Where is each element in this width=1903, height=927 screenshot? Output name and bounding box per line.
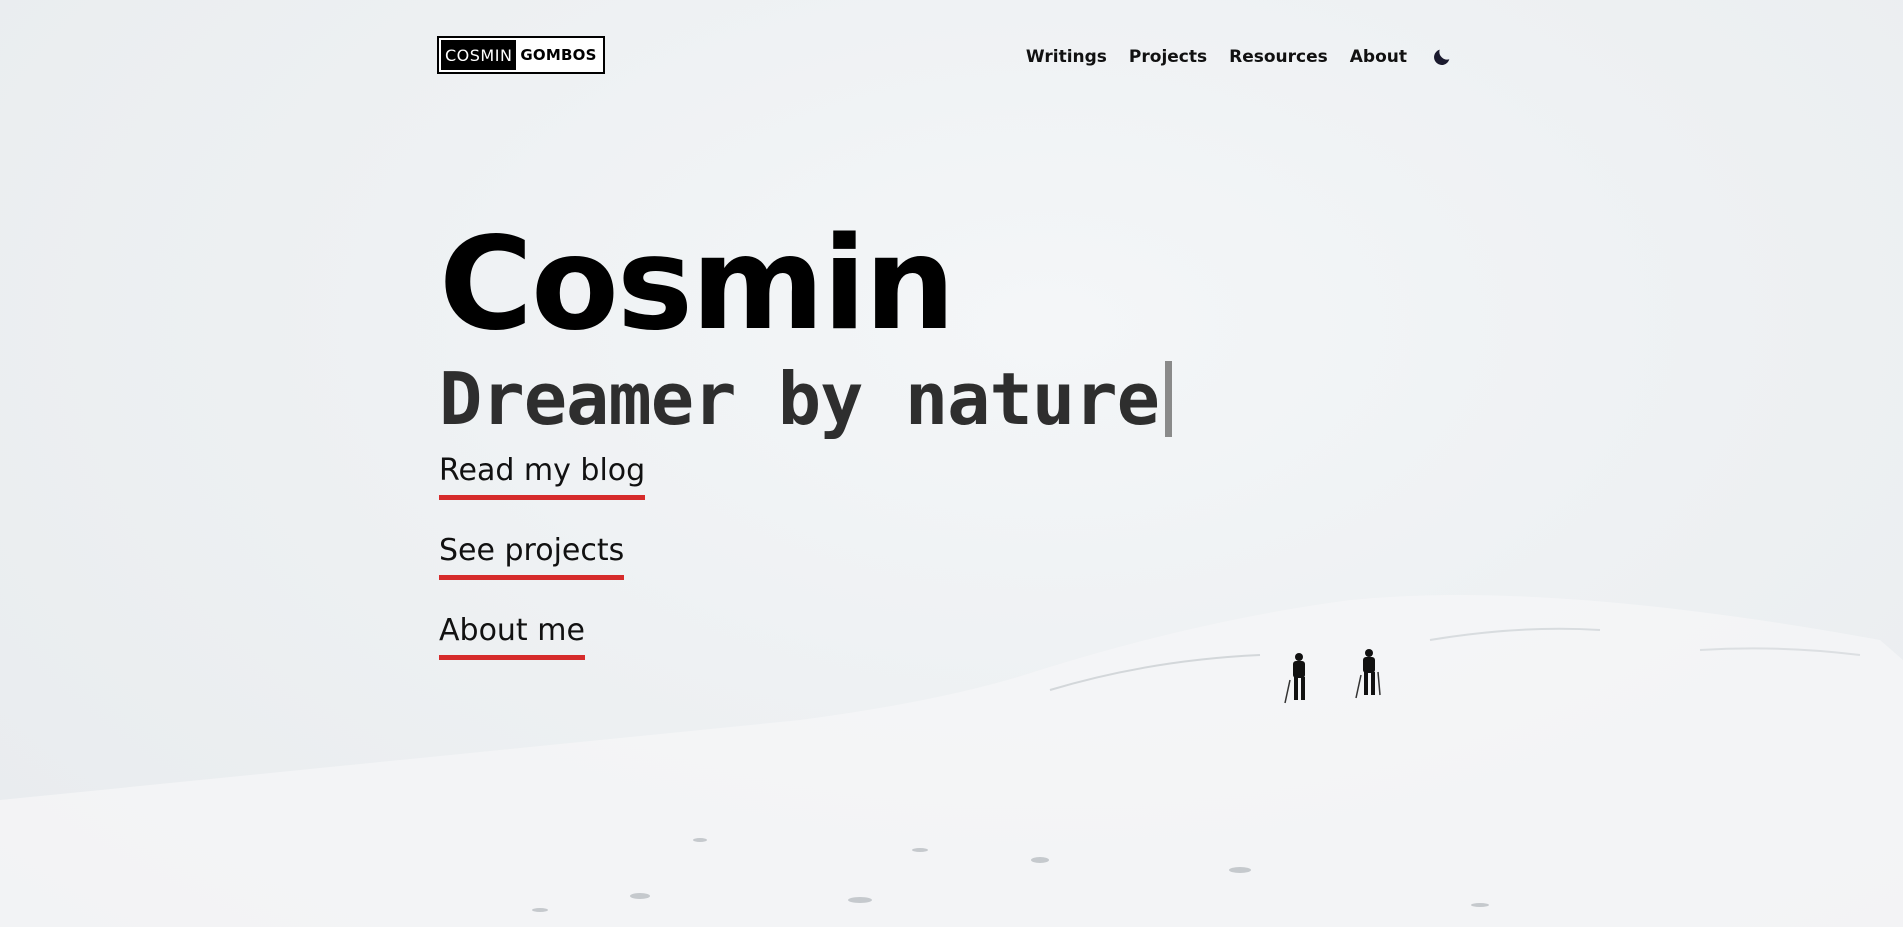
logo-last-name: GOMBOS	[520, 46, 597, 64]
hero-tagline: Dreamer by nature	[439, 359, 1172, 439]
read-blog-link[interactable]: Read my blog	[439, 453, 646, 500]
hero-title: Cosmin	[439, 210, 955, 359]
moon-icon	[1434, 49, 1450, 65]
site-logo[interactable]: COSMIN GOMBOS	[437, 36, 605, 74]
about-me-link[interactable]: About me	[439, 613, 585, 660]
nav-item-writings[interactable]: Writings	[1026, 47, 1107, 67]
nav-item-resources[interactable]: Resources	[1229, 47, 1328, 67]
typing-cursor	[1164, 361, 1172, 437]
nav-item-projects[interactable]: Projects	[1129, 47, 1207, 67]
logo-first-name: COSMIN	[441, 40, 517, 70]
nav-item-about[interactable]: About	[1350, 47, 1407, 67]
see-projects-link[interactable]: See projects	[439, 533, 625, 580]
tagline-text: Dreamer by nature	[439, 357, 1160, 441]
site-header: COSMIN GOMBOS Writings Projects Resource…	[0, 0, 1903, 110]
main-nav: Writings Projects Resources About	[1026, 46, 1453, 68]
hero-section: Cosmin Dreamer by nature Read my blog Se…	[439, 215, 1172, 693]
theme-toggle-button[interactable]	[1431, 46, 1453, 68]
hiker-figure	[1284, 653, 1305, 704]
cta-list: Read my blog See projects About me	[439, 453, 1172, 693]
hiker-figure	[1355, 649, 1381, 699]
